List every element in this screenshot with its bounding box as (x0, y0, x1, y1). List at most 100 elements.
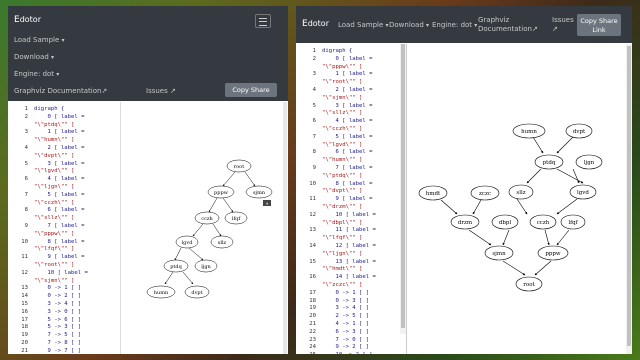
graph-node[interactable]: ptdq (163, 259, 189, 273)
menu-toggle-button[interactable] (255, 14, 271, 28)
line-number: 12 (21, 269, 28, 276)
graph-node[interactable]: lgvd (175, 235, 199, 249)
code-line: 6 [ label = (34, 207, 85, 214)
graph-node[interactable]: sllz (508, 184, 534, 200)
graph-node[interactable]: lfqf (560, 214, 586, 230)
graph-node[interactable]: hmdt (418, 185, 448, 201)
svg-text:sjmn: sjmn (492, 251, 506, 257)
svg-text:lfqf: lfqf (568, 220, 578, 226)
svg-text:lfqf: lfqf (232, 216, 242, 222)
right-graphviz-docs-link[interactable]: Graphviz Documentation↗ (478, 16, 538, 34)
code-line: 5 [ label = (34, 191, 85, 198)
right-issues-link[interactable]: Issues ↗ (552, 16, 574, 34)
graph-node[interactable]: ljgn (194, 259, 218, 273)
external-link-icon: ↗ (531, 25, 538, 33)
graph-node[interactable]: sjmn (245, 185, 273, 199)
graph-node[interactable]: lgvd (569, 184, 597, 200)
left-scrollbar[interactable] (283, 102, 287, 354)
graph-node[interactable]: root (515, 276, 543, 292)
left-issues-link[interactable]: Issues ↗ (146, 87, 176, 95)
code-line: 3 [ label = (322, 102, 373, 109)
left-brand[interactable]: Edotor (14, 15, 41, 25)
load-sample-label: Load Sample (14, 36, 60, 44)
svg-text:root: root (234, 164, 244, 170)
right-app-window: Edotor Load Sample ▾ Download ▾ Engine: … (296, 6, 632, 354)
code-line: 7 [ label = (34, 223, 85, 229)
right-engine-menu[interactable]: Engine: dot ▾ (432, 21, 477, 29)
left-code-editor[interactable]: 1 2 3 4 5 6 7 8 9 10 11 12 13 14 15 16 17 18 19 20 21 digrap… (8, 102, 120, 354)
svg-text:lgvd: lgvd (182, 240, 194, 246)
line-number: 7 (312, 133, 316, 140)
graph-node[interactable]: dbpl (491, 214, 519, 230)
caret-down-icon: ▾ (51, 54, 55, 61)
caret-down-icon: ▾ (474, 22, 478, 29)
code-line: "\"dbpl\"" ] (322, 219, 363, 226)
svg-text:ptdq: ptdq (170, 264, 182, 270)
line-number: 19 (21, 332, 28, 339)
engine-label: Engine: dot (14, 70, 55, 78)
line-number: 7 (24, 191, 28, 198)
graph-node[interactable]: drzm (450, 214, 480, 230)
code-line: 5 -> 6 [ ] (34, 316, 82, 323)
code-line: 2 [ label = (322, 87, 373, 93)
line-number: 20 (309, 313, 316, 320)
code-line: 0 -> 3 [ ] (322, 297, 370, 304)
line-number: 19 (309, 305, 316, 312)
share-label-line1: Copy Share (580, 17, 618, 25)
line-number: 20 (21, 340, 28, 346)
right-load-sample-menu[interactable]: Load Sample ▾ (338, 21, 389, 29)
line-number: 9 (312, 165, 316, 171)
line-number: 1 (312, 48, 316, 54)
line-number: 4 (24, 145, 28, 151)
code-line: 2 -> 5 [ ] (322, 313, 370, 320)
line-number: 12 (309, 211, 316, 218)
code-line: 10 [ label = (34, 269, 88, 276)
engine-label: Engine: dot (432, 21, 473, 29)
left-graph-nodes: root pppw sjmn cczh lfqf lgvd sllz ptdq … (146, 159, 273, 299)
code-line: 1 [ label = (34, 129, 85, 136)
graph-node[interactable]: sjmn (484, 245, 514, 261)
caret-down-icon: ▾ (56, 71, 60, 78)
graph-node[interactable]: dvpt (184, 285, 210, 299)
line-number: 13 (21, 285, 28, 292)
graph-node[interactable]: ljgn (575, 154, 603, 170)
left-share-button[interactable]: Copy Share Link (225, 83, 277, 108)
right-brand[interactable]: Edotor (302, 19, 329, 29)
code-line: 9 -> 7 [ ] (34, 347, 82, 354)
right-canvas-scrollbar[interactable] (626, 44, 632, 354)
line-number: 2 (24, 113, 28, 120)
code-line: "\"lgvd\"" ] (34, 168, 75, 175)
left-download-menu[interactable]: Download ▾ (14, 53, 54, 61)
graph-node[interactable]: pppw (207, 185, 235, 199)
line-number: 15 (21, 301, 28, 307)
code-line: 9 [ label = (322, 196, 373, 203)
left-graphviz-docs-link[interactable]: Graphviz Documentation↗ (14, 87, 107, 95)
left-load-sample-menu[interactable]: Load Sample ▾ (14, 36, 65, 44)
line-number: 13 (309, 227, 316, 234)
caret-down-icon: ▾ (426, 22, 430, 29)
graph-node[interactable]: lfqf (224, 211, 248, 225)
scroll-thumb[interactable] (401, 44, 405, 328)
graph-node[interactable]: cczh (529, 214, 557, 230)
left-engine-menu[interactable]: Engine: dot ▾ (14, 70, 59, 78)
graph-node[interactable]: cczh (194, 211, 220, 225)
line-number: 16 (309, 274, 316, 281)
graph-node[interactable]: sllz (210, 235, 234, 249)
right-download-menu[interactable]: Download ▾ (389, 21, 429, 29)
code-line: 8 [ label = (34, 238, 85, 245)
graph-node[interactable]: humn (512, 123, 546, 139)
svg-text:humn: humn (521, 129, 537, 135)
graph-node[interactable]: ptdq (534, 154, 564, 170)
right-share-button[interactable]: Copy Share Link (577, 14, 621, 36)
graph-node[interactable]: humn (146, 285, 176, 299)
right-code-editor[interactable]: 1234567891011121314151617181920212223242… (296, 44, 400, 354)
line-number: 10 (309, 180, 316, 187)
scroll-thumb[interactable] (627, 46, 631, 346)
graph-node[interactable]: zczc (470, 185, 500, 201)
graph-node[interactable]: pppw (537, 245, 569, 261)
graph-node[interactable]: root (226, 159, 252, 173)
graph-node[interactable]: dvpt (565, 123, 593, 139)
left-app-window: Edotor Load Sample ▾ Download ▾ Engine: … (8, 6, 288, 354)
code-line: "\"ljgn\"" ] (34, 184, 75, 190)
svg-text:dvpt: dvpt (191, 290, 202, 296)
